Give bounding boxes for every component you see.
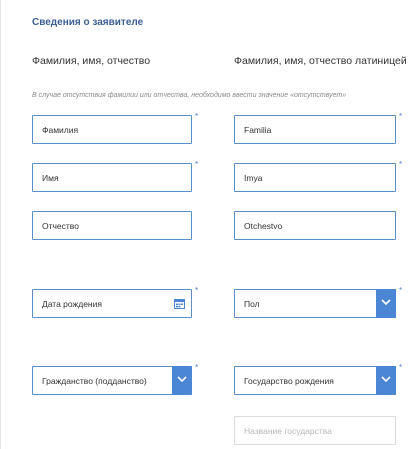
- name-latin-value: Imya: [244, 173, 263, 183]
- name-value: Имя: [42, 173, 59, 183]
- hint-text: В случае отсутствия фамилии или отчества…: [32, 92, 347, 99]
- full-name-latin-heading: Фамилия, имя, отчество латиницей: [234, 55, 407, 67]
- surname-value: Фамилия: [42, 125, 79, 135]
- citizenship-dropdown-button[interactable]: [172, 366, 192, 395]
- birth-country-select[interactable]: Государство рождения: [234, 366, 396, 395]
- calendar-icon[interactable]: [174, 298, 185, 309]
- surname-field[interactable]: Фамилия: [32, 115, 192, 144]
- required-mark: *: [195, 160, 199, 169]
- patronymic-field[interactable]: Отчество: [32, 211, 192, 240]
- patronymic-latin-field[interactable]: Otchestvo: [234, 211, 396, 240]
- country-name-field[interactable]: Название государства: [234, 416, 396, 445]
- applicant-form: Сведения о заявителе Фамилия, имя, отчес…: [0, 0, 413, 449]
- required-mark: *: [399, 286, 403, 295]
- surname-latin-field[interactable]: Familia: [234, 115, 396, 144]
- chevron-down-icon: [381, 299, 391, 306]
- required-mark: *: [195, 112, 199, 121]
- birth-country-dropdown-button[interactable]: [376, 366, 396, 395]
- citizenship-select[interactable]: Гражданство (подданство): [32, 366, 192, 395]
- patronymic-latin-value: Otchestvo: [244, 221, 283, 231]
- gender-dropdown-button[interactable]: [376, 289, 396, 318]
- patronymic-value: Отчество: [42, 221, 79, 231]
- required-mark: *: [195, 286, 199, 295]
- country-name-placeholder: Название государства: [244, 426, 332, 436]
- surname-latin-value: Familia: [244, 125, 272, 135]
- required-mark: *: [399, 363, 403, 372]
- chevron-down-icon: [177, 376, 187, 383]
- full-name-heading: Фамилия, имя, отчество: [32, 55, 151, 67]
- birth-country-value: Государство рождения: [244, 376, 334, 386]
- name-field[interactable]: Имя: [32, 163, 192, 192]
- required-mark: *: [399, 112, 403, 121]
- required-mark: *: [195, 363, 199, 372]
- name-latin-field[interactable]: Imya: [234, 163, 396, 192]
- required-mark: *: [399, 160, 403, 169]
- birth-date-value: Дата рождения: [42, 299, 102, 309]
- gender-select[interactable]: Пол: [234, 289, 396, 318]
- gender-value: Пол: [244, 299, 260, 309]
- section-title: Сведения о заявителе: [32, 17, 144, 28]
- chevron-down-icon: [381, 376, 391, 383]
- citizenship-value: Гражданство (подданство): [42, 376, 147, 386]
- birth-date-field[interactable]: Дата рождения: [32, 289, 192, 318]
